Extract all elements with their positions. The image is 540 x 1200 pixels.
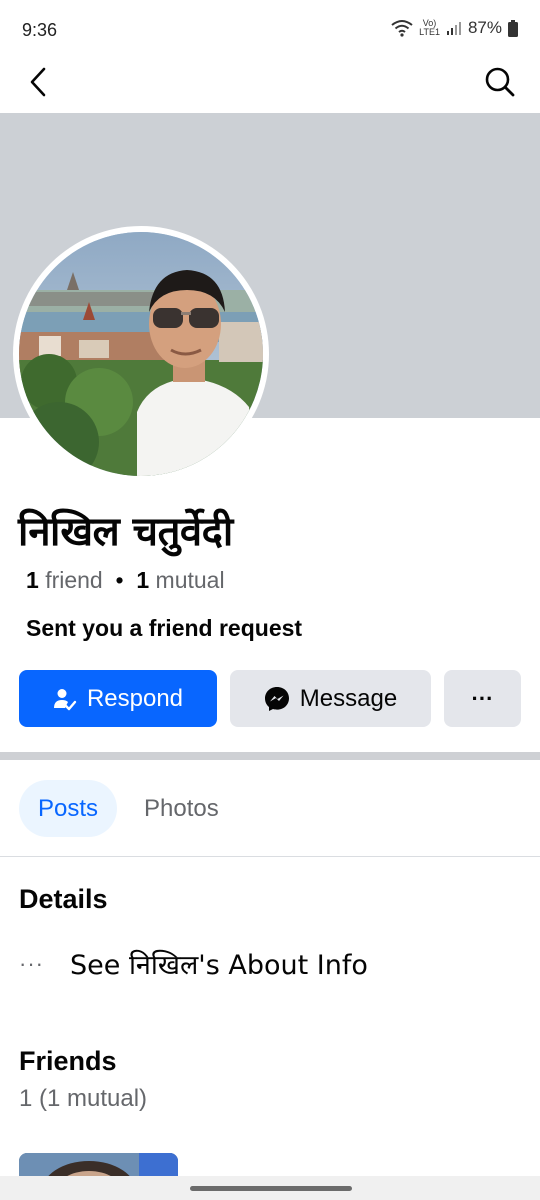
profile-tabs: Posts Photos <box>19 780 238 837</box>
about-info-label: See निखिल's About Info <box>70 950 368 981</box>
battery-percent: 87% <box>467 18 502 37</box>
section-divider <box>0 752 540 760</box>
respond-button[interactable]: Respond <box>19 670 217 727</box>
friend-request-status: Sent you a friend request <box>26 615 303 641</box>
home-indicator[interactable] <box>190 1186 352 1191</box>
tab-photos[interactable]: Photos <box>125 780 238 837</box>
more-options-button[interactable]: ··· <box>444 670 521 727</box>
wifi-icon <box>391 20 413 37</box>
search-button[interactable] <box>482 64 518 100</box>
profile-picture[interactable] <box>13 226 269 482</box>
top-nav <box>0 60 540 112</box>
message-label: Message <box>299 684 398 712</box>
avatar <box>19 232 263 476</box>
status-time: 9:36 <box>22 20 58 40</box>
dots-icon: ··· <box>19 950 44 976</box>
message-button[interactable]: Message <box>230 670 431 727</box>
status-bar: 9:36 Vo) LTE1 87% <box>0 0 540 60</box>
profile-photo-image <box>19 232 263 476</box>
friends-summary[interactable]: 1 friend • 1 mutual <box>26 567 225 594</box>
more-icon: ··· <box>471 685 494 711</box>
friends-heading: Friends <box>19 1046 117 1076</box>
system-nav-bar <box>0 1176 540 1200</box>
status-icons: Vo) LTE1 87% <box>391 18 518 38</box>
respond-label: Respond <box>86 684 184 712</box>
about-info-link[interactable]: ··· See निखिल's About Info <box>19 945 368 982</box>
signal-icon <box>446 22 461 35</box>
search-icon <box>485 67 515 97</box>
person-check-icon <box>53 688 77 710</box>
network-type: Vo) LTE1 <box>419 18 440 37</box>
chevron-left-icon <box>30 67 46 97</box>
details-heading: Details <box>19 884 108 914</box>
messenger-icon <box>264 686 289 711</box>
back-button[interactable] <box>20 64 56 100</box>
tab-posts[interactable]: Posts <box>19 780 118 837</box>
battery-icon <box>508 19 518 37</box>
tabs-divider <box>0 856 540 857</box>
friends-count: 1 (1 mutual) <box>19 1085 148 1112</box>
profile-name: निखिल चतुर्वेदी <box>18 509 233 555</box>
